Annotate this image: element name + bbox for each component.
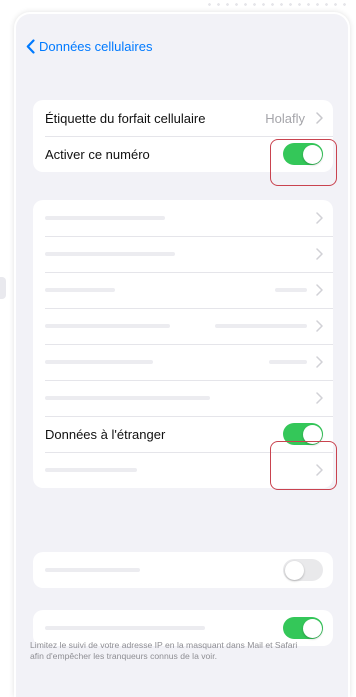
hidden-option-row-1[interactable]: [33, 200, 333, 236]
chevron-right-icon: [316, 284, 323, 296]
back-button[interactable]: Données cellulaires: [26, 36, 152, 56]
toggle-knob: [302, 424, 322, 444]
hidden-option-row-3[interactable]: [33, 272, 333, 308]
redacted-label-bar: [45, 396, 210, 400]
redacted-label-bar: [45, 216, 165, 220]
privacy-footer-text: Limitez le suivi de votre adresse IP en …: [30, 640, 298, 661]
chevron-right-icon: [316, 248, 323, 260]
chevron-right-icon: [316, 392, 323, 404]
plan-label-row[interactable]: Étiquette du forfait cellulaire Holafly: [33, 100, 333, 136]
hidden-setting-toggle-1[interactable]: [283, 559, 323, 581]
hidden-toggle-row-1: [33, 552, 333, 588]
activate-number-row: Activer ce numéro: [33, 136, 333, 172]
hidden-setting-toggle-2[interactable]: [283, 617, 323, 639]
toggle-knob: [302, 618, 322, 638]
redacted-label-bar: [45, 468, 137, 472]
toggle-knob: [302, 144, 322, 164]
chevron-right-icon: [316, 464, 323, 476]
hidden-option-row-7[interactable]: [33, 452, 333, 488]
redacted-value-bar: [215, 324, 307, 328]
chevron-right-icon: [316, 112, 323, 124]
chevron-left-icon: [26, 38, 35, 54]
chevron-right-icon: [316, 212, 323, 224]
redacted-value-bar: [275, 288, 307, 292]
settings-screen: Données cellulaires Étiquette du forfait…: [16, 14, 348, 697]
roaming-data-row: Données à l'étranger: [33, 416, 333, 452]
redacted-label-bar: [45, 252, 175, 256]
cellular-options-group: Données à l'étranger: [33, 200, 333, 488]
hidden-option-row-5[interactable]: [33, 344, 333, 380]
decorative-edge-tab: [0, 277, 6, 299]
hidden-option-row-4[interactable]: [33, 308, 333, 344]
back-button-label: Données cellulaires: [39, 38, 153, 54]
roaming-data-label: Données à l'étranger: [45, 426, 166, 442]
decorative-dots: [205, 0, 350, 10]
roaming-data-toggle[interactable]: [283, 423, 323, 445]
hidden-option-row-6[interactable]: [33, 380, 333, 416]
redacted-value-bar: [269, 360, 307, 364]
activate-number-label: Activer ce numéro: [45, 146, 150, 162]
redacted-label-bar: [45, 626, 205, 630]
toggle-knob: [284, 560, 304, 580]
hidden-option-row-2[interactable]: [33, 236, 333, 272]
redacted-label-bar: [45, 568, 140, 572]
redacted-label-bar: [45, 360, 153, 364]
plan-label-value: Holafly: [265, 110, 305, 126]
activate-number-toggle[interactable]: [283, 143, 323, 165]
redacted-label-bar: [45, 288, 115, 292]
chevron-right-icon: [316, 320, 323, 332]
hidden-toggle-group-1: [33, 552, 333, 588]
redacted-label-bar: [45, 324, 170, 328]
plan-settings-group: Étiquette du forfait cellulaire Holafly …: [33, 100, 333, 172]
plan-label-title: Étiquette du forfait cellulaire: [45, 110, 206, 126]
chevron-right-icon: [316, 356, 323, 368]
